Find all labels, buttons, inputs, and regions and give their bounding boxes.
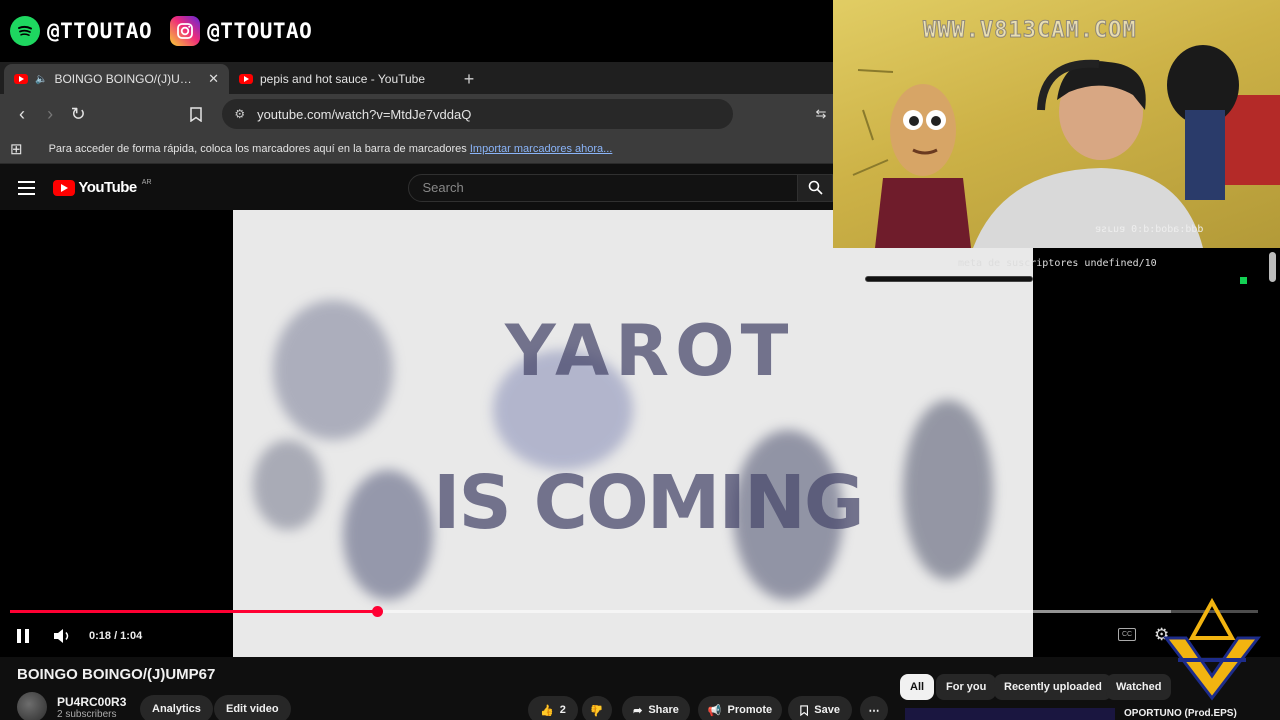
back-arrow-icon[interactable]: ‹: [10, 100, 34, 128]
bookmarks-hint: Para acceder de forma rápida, coloca los…: [48, 142, 613, 155]
new-tab-button[interactable]: +: [454, 64, 484, 94]
timecode: 0:18 / 1:04: [89, 630, 143, 642]
recommended-thumbnail[interactable]: [905, 708, 1115, 720]
speaker-icon: 🔈: [35, 73, 48, 85]
more-actions-button[interactable]: ⋯: [860, 696, 888, 720]
progress-scrubber[interactable]: [371, 606, 383, 617]
url-bar[interactable]: ⚙ youtube.com/watch?v=MtdJe7vddaQ: [222, 99, 733, 129]
apps-grid-icon[interactable]: ⊞: [10, 140, 23, 158]
video-caption-line1: YAROT: [505, 310, 795, 392]
browser-tab-strip: 🔈 BOINGO BOINGO/(J)UMP67 ✕ pepis and hot…: [0, 62, 833, 94]
url-text: youtube.com/watch?v=MtdJe7vddaQ: [257, 106, 472, 122]
subscriber-goal-bar: [865, 276, 1033, 282]
megaphone-icon: 📢: [707, 704, 722, 717]
player-controls: 0:18 / 1:04 CC ⚙: [0, 622, 1280, 650]
instagram-handle: @TTOUTAO: [207, 19, 313, 43]
captions-icon[interactable]: CC: [1118, 628, 1136, 641]
promote-button[interactable]: 📢 Promote: [698, 696, 782, 720]
close-tab-icon[interactable]: ✕: [208, 71, 219, 87]
site-settings-icon[interactable]: ⚙: [234, 107, 245, 121]
youtube-header: YouTube AR Search: [0, 165, 833, 210]
subscriber-count: 2 subscribers: [57, 708, 117, 720]
video-player[interactable]: YAROT IS COMING 0:18 / 1:04 CC ⚙: [0, 210, 1280, 657]
spotify-social: @TTOUTAO: [10, 16, 152, 46]
dislike-button[interactable]: 👍: [582, 696, 612, 720]
import-bookmarks-link[interactable]: Importar marcadores ahora...: [470, 143, 612, 155]
analytics-button[interactable]: Analytics: [140, 695, 213, 720]
progress-bar[interactable]: [10, 606, 1258, 617]
search-icon: [808, 180, 823, 195]
chip-for-you[interactable]: For you: [936, 674, 997, 700]
bookmark-icon[interactable]: [184, 100, 208, 128]
tab-boingo[interactable]: 🔈 BOINGO BOINGO/(J)UMP67 ✕: [4, 64, 229, 94]
recommended-video-title[interactable]: OPORTUNO (Prod.EPS): [1124, 708, 1237, 719]
edit-video-button[interactable]: Edit video: [214, 695, 291, 720]
page-scrollbar[interactable]: [1269, 252, 1276, 282]
live-indicator-icon: [1240, 277, 1247, 284]
menu-icon[interactable]: [18, 180, 36, 195]
like-count: 2: [559, 704, 566, 716]
instagram-icon: [170, 16, 201, 46]
instagram-social: @TTOUTAO: [170, 16, 312, 46]
mirrored-shirt-text: ddd:adod:d:0 ɐuɹsɐ: [1095, 224, 1204, 235]
webcam-watermark: WWW.V813CAM.COM: [923, 18, 1137, 44]
thumbs-down-icon: 👍: [590, 703, 604, 716]
share-button[interactable]: ➦ Share: [622, 696, 690, 720]
save-button[interactable]: Save: [788, 696, 852, 720]
channel-name[interactable]: PU4RC00R3: [57, 695, 126, 709]
video-title: BOINGO BOINGO/(J)UMP67: [17, 666, 216, 683]
address-toolbar: ‹ › ↻ ⚙ youtube.com/watch?v=MtdJe7vddaQ …: [0, 94, 833, 134]
chip-all[interactable]: All: [900, 674, 935, 700]
forward-arrow-icon[interactable]: ›: [38, 100, 62, 128]
tab-title: pepis and hot sauce - YouTube: [260, 72, 426, 86]
social-overlay-bar: @TTOUTAO @TTOUTAO: [0, 0, 833, 62]
reload-icon[interactable]: ↻: [66, 100, 90, 128]
share-icon: ➦: [633, 704, 643, 717]
spotify-handle: @TTOUTAO: [47, 19, 153, 43]
search-button[interactable]: [798, 173, 833, 202]
progress-played: [10, 610, 377, 613]
video-caption-line2: IS COMING: [433, 460, 865, 546]
youtube-logo-icon: [53, 179, 76, 196]
chip-recently-uploaded[interactable]: Recently uploaded: [994, 674, 1112, 700]
channel-logo-icon: [1162, 598, 1262, 701]
search-input[interactable]: Search: [407, 173, 799, 202]
tab-title: BOINGO BOINGO/(J)UMP67: [54, 72, 202, 86]
bookmarks-bar: ⊞ Para acceder de forma rápida, coloca l…: [0, 134, 833, 164]
screen: @TTOUTAO @TTOUTAO 🔈 BOINGO BOINGO/(J)UMP…: [0, 0, 1280, 720]
webcam-overlay: WWW.V813CAM.COM ddd:adod:d:0 ɐuɹsɐ: [833, 0, 1280, 248]
youtube-logo[interactable]: YouTube AR: [53, 179, 152, 196]
thumbs-up-icon: 👍: [540, 704, 554, 717]
youtube-favicon-icon: [14, 74, 28, 84]
save-icon: [800, 704, 809, 716]
channel-text: PU4RC00R3 2 subscribers: [57, 695, 126, 720]
volume-icon[interactable]: [53, 628, 73, 644]
avatar[interactable]: [17, 692, 47, 720]
youtube-favicon-icon: [239, 74, 253, 84]
subscriber-goal-text: meta de suscriptores undefined/10: [958, 258, 1157, 269]
translate-icon[interactable]: ⇆: [809, 100, 833, 128]
pause-icon[interactable]: [17, 629, 31, 643]
tab-pepis[interactable]: pepis and hot sauce - YouTube: [229, 64, 454, 94]
channel-info: PU4RC00R3 2 subscribers: [17, 692, 126, 720]
like-button[interactable]: 👍 2: [528, 696, 578, 720]
spotify-icon: [10, 16, 40, 46]
